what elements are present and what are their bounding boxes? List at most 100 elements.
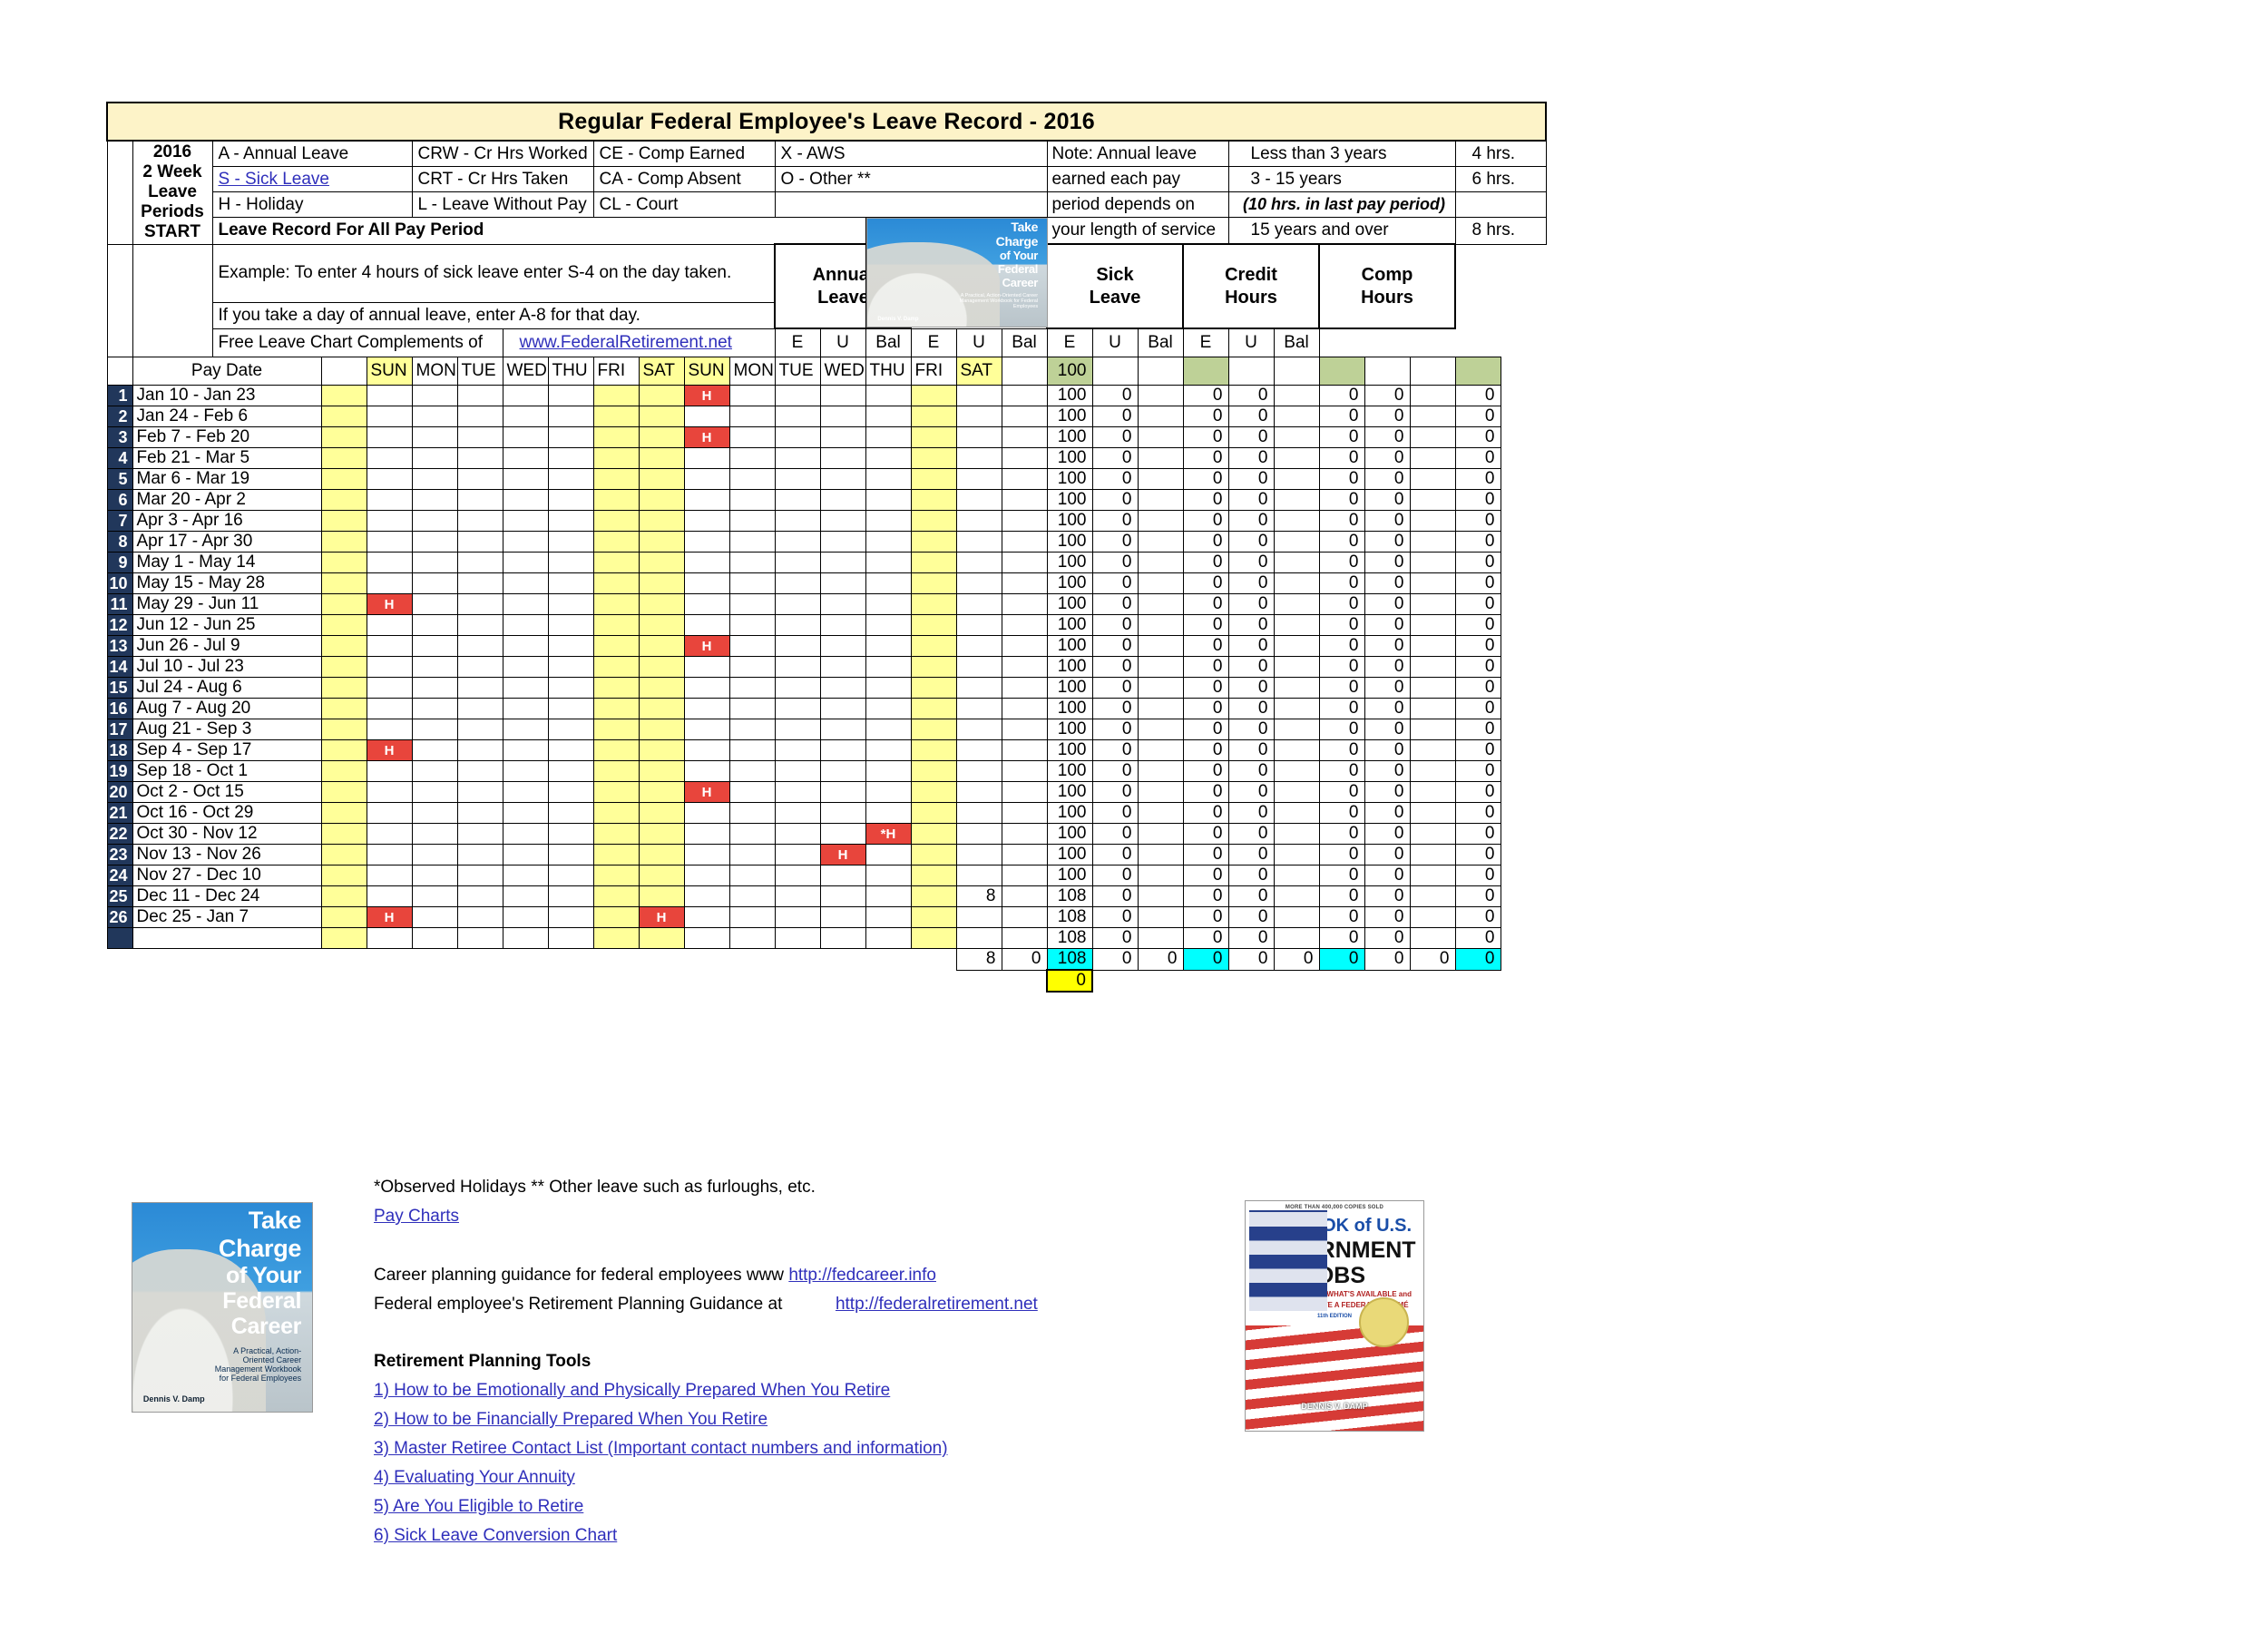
sick-e-cell[interactable]: 0 [1091, 823, 1139, 845]
credit-bal-cell[interactable]: 0 [1318, 656, 1365, 678]
table-row[interactable]: 20 Oct 2 - Oct 15 H 100 0 0 0 0 0 0 [106, 781, 1546, 803]
day-cell[interactable] [592, 531, 640, 553]
comp-e-cell[interactable]: 0 [1364, 531, 1411, 553]
credit-e-cell[interactable]: 0 [1227, 406, 1275, 427]
table-row[interactable]: 9 May 1 - May 14 100 0 0 0 0 0 0 [106, 552, 1546, 573]
comp-e-cell[interactable]: 0 [1364, 593, 1411, 615]
comp-bal-cell[interactable]: 0 [1454, 739, 1501, 761]
day-cell[interactable] [638, 698, 685, 719]
day-cell[interactable] [819, 489, 866, 511]
sick-e-cell[interactable]: 0 [1091, 614, 1139, 636]
credit-bal-cell[interactable]: 0 [1318, 865, 1365, 886]
sick-u-cell[interactable] [1137, 739, 1184, 761]
annual-e-cell[interactable] [955, 802, 1002, 824]
day-cell[interactable] [320, 760, 367, 782]
day-cell[interactable] [320, 552, 367, 573]
credit-bal-cell[interactable]: 0 [1318, 614, 1365, 636]
day-cell[interactable] [366, 719, 413, 740]
day-cell[interactable] [320, 510, 367, 532]
credit-bal-cell[interactable]: 0 [1318, 531, 1365, 553]
credit-u-cell[interactable] [1273, 802, 1320, 824]
day-cell[interactable] [456, 510, 503, 532]
day-cell[interactable] [865, 677, 912, 699]
day-cell[interactable] [865, 698, 912, 719]
sick-u-cell[interactable] [1137, 489, 1184, 511]
fedcareer-link[interactable]: http://fedcareer.info [788, 1266, 936, 1285]
day-cell[interactable] [456, 531, 503, 553]
day-cell[interactable] [728, 719, 776, 740]
day-cell[interactable] [774, 823, 821, 845]
day-cell[interactable] [411, 906, 458, 928]
sick-bal-cell[interactable]: 0 [1182, 656, 1229, 678]
comp-u-cell[interactable] [1409, 927, 1456, 949]
day-cell[interactable] [456, 447, 503, 469]
day-cell[interactable] [638, 572, 685, 594]
annual-bal-cell[interactable]: 100 [1046, 510, 1093, 532]
day-cell[interactable] [728, 739, 776, 761]
table-row[interactable]: 5 Mar 6 - Mar 19 100 0 0 0 0 0 0 [106, 468, 1546, 490]
pay-date-cell[interactable]: May 29 - Jun 11 [132, 593, 322, 615]
day-cell[interactable] [320, 781, 367, 803]
day-cell[interactable] [411, 927, 458, 949]
day-cell[interactable] [502, 406, 549, 427]
day-cell[interactable] [411, 572, 458, 594]
sick-u-cell[interactable] [1137, 802, 1184, 824]
day-cell[interactable] [865, 760, 912, 782]
day-cell[interactable] [819, 406, 866, 427]
day-cell[interactable] [638, 614, 685, 636]
day-cell[interactable] [774, 552, 821, 573]
day-cell[interactable] [366, 844, 413, 866]
credit-e-cell[interactable]: 0 [1227, 552, 1275, 573]
credit-u-cell[interactable] [1273, 468, 1320, 490]
pay-date-cell[interactable]: Apr 17 - Apr 30 [132, 531, 322, 553]
day-cell[interactable] [366, 677, 413, 699]
day-cell[interactable] [865, 885, 912, 907]
sick-u-cell[interactable] [1137, 426, 1184, 448]
comp-e-cell[interactable]: 0 [1364, 760, 1411, 782]
comp-u-cell[interactable] [1409, 802, 1456, 824]
pay-date-cell[interactable]: Oct 16 - Oct 29 [132, 802, 322, 824]
annual-bal-cell[interactable]: 100 [1046, 760, 1093, 782]
credit-e-cell[interactable]: 0 [1227, 531, 1275, 553]
pay-date-cell[interactable]: Mar 20 - Apr 2 [132, 489, 322, 511]
comp-u-cell[interactable] [1409, 468, 1456, 490]
credit-u-cell[interactable] [1273, 844, 1320, 866]
sick-u-cell[interactable] [1137, 823, 1184, 845]
day-cell[interactable] [547, 531, 594, 553]
sick-bal-cell[interactable]: 0 [1182, 468, 1229, 490]
day-cell[interactable] [592, 719, 640, 740]
table-row[interactable]: 21 Oct 16 - Oct 29 100 0 0 0 0 0 0 [106, 802, 1546, 824]
sick-u-cell[interactable] [1137, 593, 1184, 615]
annual-u-cell[interactable] [1001, 510, 1048, 532]
day-cell[interactable] [910, 489, 957, 511]
day-cell[interactable] [592, 739, 640, 761]
day-cell[interactable] [774, 656, 821, 678]
credit-e-cell[interactable]: 0 [1227, 426, 1275, 448]
annual-e-cell[interactable] [955, 865, 1002, 886]
day-cell[interactable] [592, 906, 640, 928]
day-cell[interactable] [683, 885, 730, 907]
tool-link-3[interactable]: 3) Master Retiree Contact List (Importan… [374, 1439, 948, 1458]
credit-u-cell[interactable] [1273, 572, 1320, 594]
day-cell[interactable] [728, 802, 776, 824]
day-cell[interactable] [547, 865, 594, 886]
day-cell[interactable] [774, 385, 821, 406]
comp-u-cell[interactable] [1409, 739, 1456, 761]
day-cell[interactable] [728, 489, 776, 511]
day-cell[interactable] [592, 802, 640, 824]
sick-bal-cell[interactable]: 0 [1182, 447, 1229, 469]
day-cell[interactable] [592, 510, 640, 532]
day-cell[interactable] [638, 823, 685, 845]
comp-bal-cell[interactable]: 0 [1454, 385, 1501, 406]
credit-u-cell[interactable] [1273, 760, 1320, 782]
credit-e-cell[interactable]: 0 [1227, 906, 1275, 928]
sick-e-cell[interactable]: 0 [1091, 385, 1139, 406]
day-cell[interactable] [547, 927, 594, 949]
day-cell[interactable] [774, 468, 821, 490]
holiday-cell[interactable]: H [683, 635, 730, 657]
sick-bal-cell[interactable]: 0 [1182, 572, 1229, 594]
day-cell[interactable] [366, 385, 413, 406]
annual-u-cell[interactable] [1001, 781, 1048, 803]
pay-date-cell[interactable]: Apr 3 - Apr 16 [132, 510, 322, 532]
day-cell[interactable] [320, 426, 367, 448]
